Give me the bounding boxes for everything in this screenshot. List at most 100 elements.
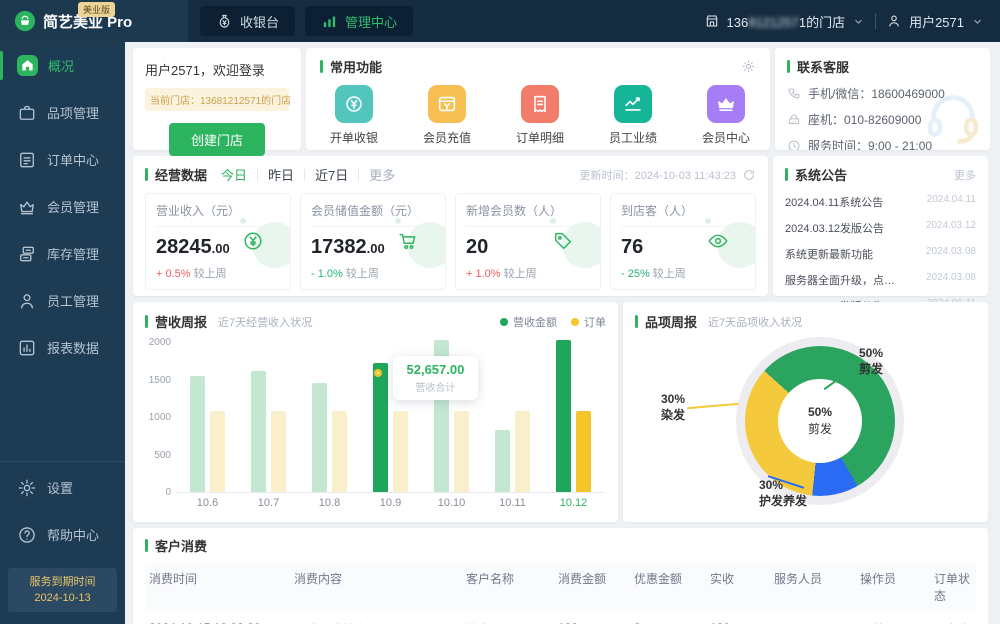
table-cell: 张景 bbox=[770, 611, 856, 624]
items-weekly-title: 品项周报近7天品项收入状况 bbox=[635, 312, 976, 331]
top-tab-cashier[interactable]: 收银台 bbox=[200, 6, 295, 36]
topbar-right: 13681212571的门店 用户2571 bbox=[704, 12, 1000, 31]
revenue-weekly-card: 营收周报近7天经营收入状况 营收金额订单 200015001000500052,… bbox=[133, 302, 618, 522]
business-tab-近7日[interactable]: 近7日 bbox=[315, 165, 348, 184]
announcement-item[interactable]: 服务器全面升级，点击...2024.03.08 bbox=[785, 272, 976, 288]
user-menu[interactable]: 用户2571 bbox=[886, 12, 984, 31]
stat-delta: + 0.5% 较上周 bbox=[156, 265, 280, 281]
chevron-down-icon bbox=[852, 15, 865, 28]
sidebar-item-reports[interactable]: 报表数据 bbox=[0, 324, 125, 371]
quick-action-member-center[interactable]: 会员中心 bbox=[696, 85, 756, 146]
bar bbox=[495, 430, 510, 492]
home-icon bbox=[17, 55, 38, 76]
top-tab-admin[interactable]: 管理中心 bbox=[305, 6, 413, 36]
update-time: 更新时间：2024-10-03 11:43:23 bbox=[580, 167, 736, 183]
quick-action-order-detail[interactable]: 订单明细 bbox=[510, 85, 570, 146]
legend-item[interactable]: 订单 bbox=[571, 314, 606, 330]
sidebar-item-members[interactable]: 会员管理 bbox=[0, 183, 125, 230]
items-donut-chart: 50%剪发50%剪发30%护发养发30%染发 bbox=[635, 333, 976, 513]
table-cell: 2024-10-15 13:23:26 bbox=[145, 611, 290, 624]
report-icon bbox=[17, 338, 37, 358]
help-icon bbox=[17, 525, 37, 545]
divider bbox=[875, 13, 876, 29]
bar-group-10.7 bbox=[238, 343, 299, 492]
announcements-card: 系统公告 更多 2024.04.11系统公告2024.04.112024.03.… bbox=[773, 156, 988, 296]
table-header-cell: 消费金额 bbox=[554, 563, 630, 611]
announcement-item[interactable]: 2024.04.11系统公告2024.04.11 bbox=[785, 194, 976, 210]
stat-card-revenue: 营业收入（元）28245.00+ 0.5% 较上周 bbox=[145, 193, 291, 290]
bar bbox=[210, 411, 225, 492]
store-name: 13681212571的门店 bbox=[727, 12, 846, 31]
landline-icon bbox=[787, 113, 801, 127]
bar bbox=[251, 371, 266, 492]
support-card: 联系客服 手机/微信：18600469000座机：010-82609000服务时… bbox=[775, 48, 990, 150]
gear-icon[interactable] bbox=[741, 59, 756, 74]
recharge-icon bbox=[428, 85, 466, 123]
bar-group-10.11 bbox=[482, 343, 543, 492]
announcement-item[interactable]: 系统更新最新功能2024.03.08 bbox=[785, 246, 976, 262]
service-expiry-date: 2024-10-13 bbox=[12, 590, 113, 606]
crown-icon bbox=[17, 197, 37, 217]
sidebar-item-settings[interactable]: 设置 bbox=[0, 464, 125, 511]
sidebar-item-inventory[interactable]: 库存管理 bbox=[0, 230, 125, 277]
sidebar-item-items[interactable]: 品项管理 bbox=[0, 89, 125, 136]
donut-label-染发: 30%染发 bbox=[641, 391, 685, 423]
business-tab-昨日[interactable]: 昨日 bbox=[268, 165, 294, 184]
performance-icon bbox=[614, 85, 652, 123]
bar-group-10.12 bbox=[543, 343, 604, 492]
announcement-item[interactable]: 2024.03.12发版公告2024.03.12 bbox=[785, 220, 976, 236]
stat-card-new-members: 新增会员数（人）20+ 1.0% 较上周 bbox=[455, 193, 601, 290]
chart-tooltip: 52,657.00营收合计 bbox=[393, 356, 479, 400]
bar bbox=[373, 363, 388, 492]
inventory-icon bbox=[17, 244, 37, 264]
store-selector[interactable]: 13681212571的门店 bbox=[704, 12, 866, 31]
order-icon bbox=[17, 150, 37, 170]
refresh-icon[interactable] bbox=[742, 168, 756, 182]
clock-icon bbox=[787, 139, 801, 151]
donut-label-剪发: 50%剪发 bbox=[859, 345, 883, 377]
bar bbox=[332, 411, 347, 492]
quick-action-checkout[interactable]: 开单收银 bbox=[324, 85, 384, 146]
legend-item[interactable]: 营收金额 bbox=[500, 314, 557, 330]
create-store-button[interactable]: 创建门店 bbox=[169, 123, 265, 156]
cashier-icon bbox=[335, 85, 373, 123]
app-logo-icon bbox=[14, 10, 36, 32]
table-header-row: 消费时间消费内容客户名称消费金额优惠金额实收服务人员操作员订单状态 bbox=[145, 563, 976, 611]
bar bbox=[271, 411, 286, 492]
business-tab-更多[interactable]: 更多 bbox=[369, 165, 395, 184]
main-content: 用户2571，欢迎登录 当前门店：13681212571的门店 创建门店 常用功… bbox=[125, 42, 1000, 624]
customer-consumption-card: 客户消费 消费时间消费内容客户名称消费金额优惠金额实收服务人员操作员订单状态 2… bbox=[133, 528, 988, 624]
welcome-card: 用户2571，欢迎登录 当前门店：13681212571的门店 创建门店 bbox=[133, 48, 301, 150]
sidebar-item-staff[interactable]: 员工管理 bbox=[0, 277, 125, 324]
donut-center-label: 50%剪发 bbox=[778, 379, 862, 463]
stat-delta: + 1.0% 较上周 bbox=[466, 265, 590, 281]
user-name: 用户2571 bbox=[909, 12, 964, 31]
x-axis-label: 10.8 bbox=[299, 497, 360, 509]
welcome-greeting: 用户2571，欢迎登录 bbox=[145, 60, 289, 79]
sidebar: 概况品项管理订单中心会员管理库存管理员工管理报表数据 设置帮助中心 服务到期时间… bbox=[0, 42, 125, 624]
table-header-cell: 客户名称 bbox=[462, 563, 554, 611]
quick-action-performance[interactable]: 员工业绩 bbox=[603, 85, 663, 146]
table-header-cell: 消费时间 bbox=[145, 563, 290, 611]
x-axis-label: 10.11 bbox=[482, 497, 543, 509]
sidebar-item-help[interactable]: 帮助中心 bbox=[0, 511, 125, 558]
x-axis-label: 10.7 bbox=[238, 497, 299, 509]
announcements-more-link[interactable]: 更多 bbox=[954, 167, 976, 183]
person-icon bbox=[17, 291, 37, 311]
service-expiry-badge: 服务到期时间 2024-10-13 bbox=[8, 568, 117, 612]
bar bbox=[515, 411, 530, 492]
stat-card-stored-value: 会员储值金额（元）17382.00- 1.0% 较上周 bbox=[300, 193, 446, 290]
business-data-card: 经营数据 今日昨日近7日更多 更新时间：2024-10-03 11:43:23 … bbox=[133, 156, 768, 296]
table-cell: 散客 bbox=[462, 611, 554, 624]
quick-action-recharge[interactable]: 会员充值 bbox=[417, 85, 477, 146]
gear-icon bbox=[17, 478, 37, 498]
tooltip-marker bbox=[374, 369, 382, 377]
table-cell: 120 bbox=[706, 611, 770, 624]
sidebar-item-orders[interactable]: 订单中心 bbox=[0, 136, 125, 183]
table-header-cell: 服务人员 bbox=[770, 563, 856, 611]
trendbars-icon bbox=[321, 13, 338, 30]
sidebar-item-overview[interactable]: 概况 bbox=[0, 42, 125, 89]
x-axis-label: 10.12 bbox=[543, 497, 604, 509]
business-tab-今日[interactable]: 今日 bbox=[221, 165, 247, 184]
stat-delta: - 25% 较上周 bbox=[621, 265, 745, 281]
